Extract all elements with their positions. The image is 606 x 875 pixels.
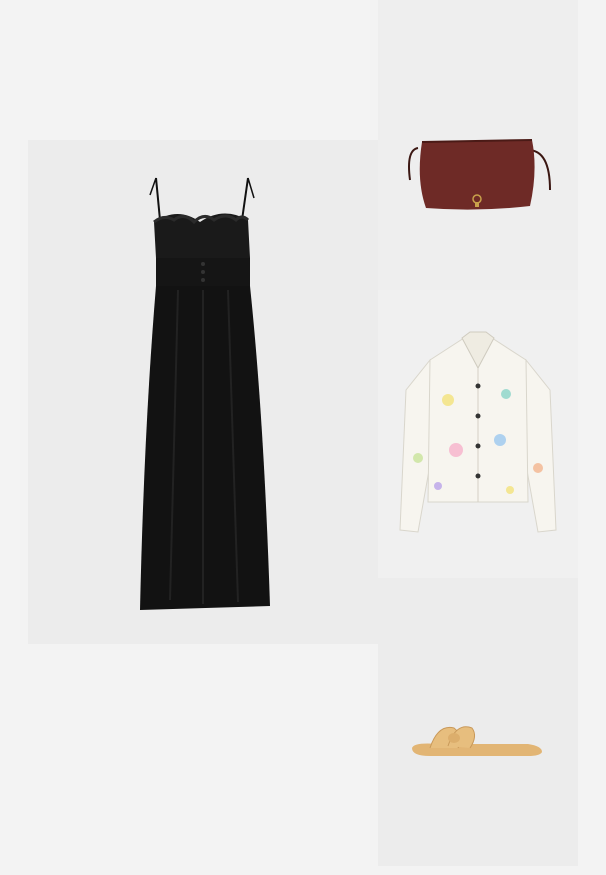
- dress-image: [140, 177, 270, 610]
- bag-image: [408, 139, 551, 210]
- sandal-image: [412, 726, 542, 756]
- product-tile-bag[interactable]: [378, 0, 578, 290]
- jacket-image: [399, 331, 557, 533]
- product-tile-jacket[interactable]: [378, 290, 578, 578]
- outfit-collage: [0, 0, 606, 875]
- product-tile-dress[interactable]: [28, 140, 378, 644]
- product-tile-sandal[interactable]: [378, 578, 578, 866]
